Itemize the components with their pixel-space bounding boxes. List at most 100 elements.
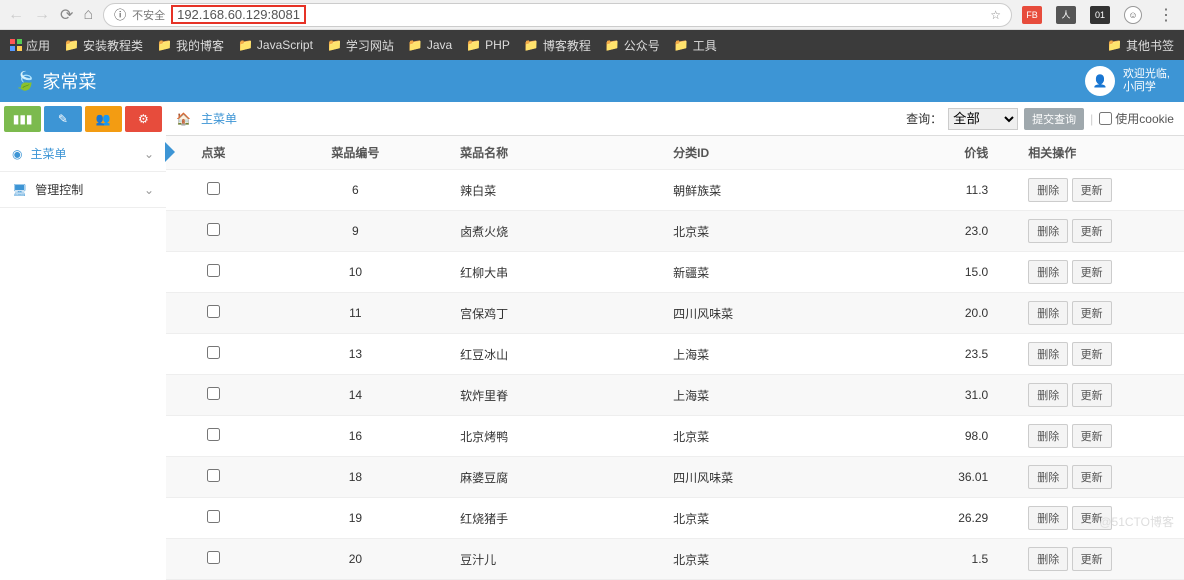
table-row: 19红烧猪手北京菜26.29删除 更新 [166,498,1184,539]
bars-icon: ▮▮▮ [13,112,33,126]
main: ◉主菜单⌄🖥管理控制⌄ 点菜 菜品编号 菜品名称 分类ID 价钱 相关操作 6辣… [0,136,1184,580]
extension-icon[interactable]: 01 [1090,6,1110,24]
row-checkbox[interactable] [207,346,220,359]
table-row: 11宫保鸡丁四川风味菜20.0删除 更新 [166,293,1184,334]
cell-name: 宫保鸡丁 [450,293,663,334]
cell-price: 15.0 [900,252,1018,293]
cell-name: 红柳大串 [450,252,663,293]
sidebar-icon: ◉ [12,147,22,161]
cell-id: 10 [261,252,450,293]
stats-button[interactable]: ▮▮▮ [4,106,41,132]
back-button[interactable]: ← [8,6,24,24]
row-checkbox[interactable] [207,223,220,236]
bookmark-item[interactable]: 📁Java [408,37,452,54]
cell-category: 北京菜 [663,211,900,252]
bookmark-label: 安装教程类 [83,37,143,54]
bookmark-star-icon[interactable]: ☆ [990,8,1001,22]
app-header: 🍃 家常菜 👤 欢迎光临, 小同学 [0,60,1184,102]
bookmark-label: 博客教程 [543,37,591,54]
menu-dots-icon[interactable]: ⋮ [1156,6,1176,24]
bookmark-item[interactable]: 📁PHP [466,37,510,54]
profile-avatar-icon[interactable]: ☺ [1124,6,1142,24]
filter-select[interactable]: 全部 [948,108,1018,130]
delete-button[interactable]: 删除 [1028,260,1068,284]
home-button[interactable]: ⌂ [83,6,93,24]
extension-icon[interactable]: 人 [1056,6,1076,24]
table-header-row: 点菜 菜品编号 菜品名称 分类ID 价钱 相关操作 [166,136,1184,170]
table-row: 13红豆冰山上海菜23.5删除 更新 [166,334,1184,375]
bookmark-label: 我的博客 [176,37,224,54]
forward-button[interactable]: → [34,6,50,24]
apps-grid-icon [10,39,22,51]
row-checkbox[interactable] [207,387,220,400]
row-checkbox[interactable] [207,182,220,195]
row-checkbox[interactable] [207,305,220,318]
table-row: 6辣白菜朝鲜族菜11.3删除 更新 [166,170,1184,211]
delete-button[interactable]: 删除 [1028,219,1068,243]
folder-icon: 📁 [524,38,539,52]
user-area[interactable]: 👤 欢迎光临, 小同学 [1085,66,1170,96]
url-text: 192.168.60.129:8081 [171,5,306,24]
delete-button[interactable]: 删除 [1028,547,1068,571]
row-checkbox[interactable] [207,551,220,564]
row-checkbox[interactable] [207,510,220,523]
bookmark-item[interactable]: 📁公众号 [605,37,660,54]
cell-price: 1.5 [900,539,1018,580]
reload-button[interactable]: ⟳ [60,5,73,25]
delete-button[interactable]: 删除 [1028,178,1068,202]
folder-icon: 📁 [674,38,689,52]
update-button[interactable]: 更新 [1072,178,1112,202]
update-button[interactable]: 更新 [1072,301,1112,325]
delete-button[interactable]: 删除 [1028,465,1068,489]
delete-button[interactable]: 删除 [1028,383,1068,407]
cell-price: 26.29 [900,498,1018,539]
cookie-checkbox[interactable] [1099,112,1112,125]
bookmark-item[interactable]: 📁工具 [674,37,717,54]
edit-button[interactable]: ✎ [44,106,81,132]
delete-button[interactable]: 删除 [1028,301,1068,325]
user-avatar-icon: 👤 [1085,66,1115,96]
bookmark-item[interactable]: 📁JavaScript [238,37,313,54]
cookie-checkbox-label[interactable]: 使用cookie [1099,110,1174,127]
sidebar-icon: 🖥 [12,183,27,197]
cell-id: 6 [261,170,450,211]
bookmark-label: JavaScript [257,38,313,52]
row-checkbox[interactable] [207,428,220,441]
folder-icon: 📁 [64,38,79,52]
cell-category: 四川风味菜 [663,293,900,334]
update-button[interactable]: 更新 [1072,260,1112,284]
settings-button[interactable]: ⚙ [125,106,162,132]
bookmark-item[interactable]: 📁 安装教程类 [64,37,143,54]
sidebar-item[interactable]: 🖥管理控制⌄ [0,172,166,208]
chevron-down-icon: ⌄ [144,183,154,197]
bookmark-item[interactable]: 📁 博客教程 [524,37,591,54]
update-button[interactable]: 更新 [1072,219,1112,243]
address-bar[interactable]: ⓘ 不安全 192.168.60.129:8081 ☆ [103,3,1012,27]
update-button[interactable]: 更新 [1072,342,1112,366]
submit-button[interactable]: 提交查询 [1024,108,1084,130]
update-button[interactable]: 更新 [1072,424,1112,448]
row-checkbox[interactable] [207,469,220,482]
apps-button[interactable]: 应用 [10,37,50,54]
delete-button[interactable]: 删除 [1028,342,1068,366]
update-button[interactable]: 更新 [1072,383,1112,407]
header-price: 价钱 [900,136,1018,170]
header-id: 菜品编号 [261,136,450,170]
extension-icon[interactable]: FB [1022,6,1042,24]
other-bookmarks[interactable]: 📁 其他书签 [1107,37,1174,54]
row-checkbox[interactable] [207,264,220,277]
cell-category: 新疆菜 [663,252,900,293]
table-row: 14软炸里脊上海菜31.0删除 更新 [166,375,1184,416]
breadcrumb-item[interactable]: 主菜单 [201,110,237,127]
users-button[interactable]: 👥 [85,106,122,132]
home-icon[interactable]: 🏠 [176,112,191,126]
folder-icon: 📁 [466,38,481,52]
bookmark-item[interactable]: 📁学习网站 [327,37,394,54]
sidebar-item[interactable]: ◉主菜单⌄ [0,136,166,172]
delete-button[interactable]: 删除 [1028,506,1068,530]
bookmark-item[interactable]: 📁我的博客 [157,37,224,54]
watermark: @51CTO博客 [1099,513,1174,530]
update-button[interactable]: 更新 [1072,465,1112,489]
update-button[interactable]: 更新 [1072,547,1112,571]
delete-button[interactable]: 删除 [1028,424,1068,448]
